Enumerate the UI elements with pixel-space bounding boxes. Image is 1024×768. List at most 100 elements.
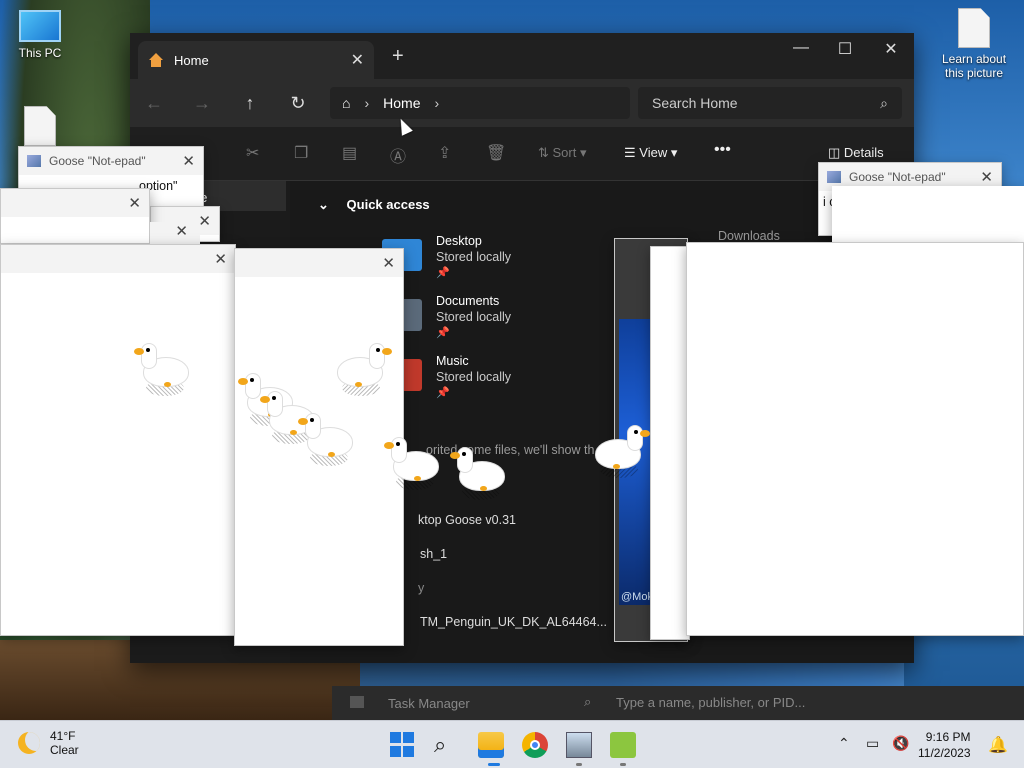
notepad-title-bar[interactable]: ✕ [1,245,235,273]
details-button[interactable]: ◫ Details [828,145,884,161]
notepad-title: Goose "Not-epad" [49,154,146,168]
notepad-icon [27,155,41,167]
photos-icon[interactable] [566,732,592,758]
volume-muted-icon[interactable]: 🔇 [892,735,909,752]
breadcrumb[interactable]: ⌂ › Home › [330,87,630,119]
close-icon[interactable]: ✕ [198,212,211,230]
quick-access-header[interactable]: ⌄ Quick access [318,197,430,213]
close-icon[interactable]: ✕ [182,152,195,170]
goose-app-icon[interactable] [610,732,636,758]
command-bar: N ✂ ❐ ▤ Ⓐ ⇪ 🗑 ⇅ Sort ▾ ☰ View ▾ ••• ◫ De… [130,127,914,181]
close-icon[interactable]: ✕ [980,168,993,186]
start-button[interactable] [390,732,416,758]
clock-time: 9:16 PM [925,730,971,744]
goose-eye [634,430,638,434]
quick-access-item-downloads[interactable]: Downloads [718,229,780,243]
network-icon[interactable]: ▭ [866,735,879,752]
goose-foot [164,382,171,387]
share-icon[interactable]: ⇪ [438,143,451,163]
goose-beak [238,378,248,385]
goose[interactable] [450,448,504,500]
rename-icon[interactable]: Ⓐ [390,143,406,167]
desktop-icon-learn-about-picture[interactable]: Learn about this picture [938,8,1010,80]
close-icon[interactable]: ✕ [382,254,395,272]
notepad-window[interactable]: ✕ [0,244,236,636]
search-input[interactable]: Search Home ⌕ [638,87,902,119]
new-tab-button[interactable]: + [392,45,404,68]
running-indicator [620,763,626,766]
back-button[interactable]: ← [138,87,170,119]
side-image-caption: @Mok [621,591,653,603]
weather-condition: Clear [50,743,79,757]
copy-icon[interactable]: ❐ [294,143,308,163]
notepad-window[interactable] [832,186,1024,246]
forward-button[interactable]: → [186,87,218,119]
recent-file[interactable]: TM_Penguin_UK_DK_AL64464... [420,615,607,629]
sort-label: Sort [552,145,577,160]
goose-eye [310,418,314,422]
recent-file[interactable]: y [418,581,424,595]
chrome-icon[interactable] [522,732,548,758]
refresh-button[interactable]: ↻ [282,87,314,119]
quick-access-item-documents[interactable]: Documents Stored locally 📌 [436,293,511,341]
notepad-title-bar[interactable]: ✕ [1,189,149,217]
desktop-icon-this-pc[interactable]: This PC [4,10,76,60]
view-button[interactable]: ☰ View ▾ [624,145,677,161]
close-window-button[interactable]: ✕ [876,39,906,59]
task-manager-icon [350,696,364,708]
goose[interactable] [134,344,188,396]
quick-access-item-music[interactable]: Music Stored locally 📌 [436,353,511,401]
close-icon[interactable]: ✕ [150,222,200,246]
paste-icon[interactable]: ▤ [342,143,357,163]
close-icon[interactable]: ✕ [128,194,141,212]
running-indicator [576,763,582,766]
chevron-up-icon[interactable]: ⌃ [838,735,850,752]
tab-home[interactable]: Home ✕ [138,41,374,79]
item-sub: Stored locally [436,370,512,384]
windows-logo-icon [390,746,401,757]
up-button[interactable]: ↑ [234,87,266,119]
search-icon: ⌕ [880,94,888,111]
search-button[interactable]: ⌕ [434,732,460,758]
notepad-title-bar[interactable]: Goose "Not-epad" ✕ [19,147,203,175]
minimize-button[interactable]: — [786,39,816,57]
system-clock[interactable]: 9:16 PM 11/2/2023 [918,729,971,761]
goose[interactable] [596,426,650,478]
item-name: Desktop [436,234,482,248]
chevron-right-icon[interactable]: › [435,95,440,111]
cut-icon[interactable]: ✂ [246,143,259,163]
moon-icon [18,732,40,754]
file-explorer-taskbar-icon[interactable] [478,732,504,758]
goose-foot [355,382,362,387]
goose-beak [640,430,650,437]
notification-bell-icon[interactable]: 🔔 [988,735,1008,755]
goose[interactable] [384,438,438,490]
sort-button[interactable]: ⇅ Sort ▾ [538,145,587,161]
recent-file[interactable]: ktop Goose v0.31 [418,513,516,527]
more-options-button[interactable]: ••• [714,141,731,159]
task-manager-title: Task Manager [388,696,470,711]
pin-icon: 📌 [436,267,450,279]
maximize-button[interactable]: ☐ [830,39,860,59]
weather-widget[interactable]: 41°F Clear [18,729,79,757]
notepad-window[interactable] [650,246,690,640]
quick-access-label: Quick access [346,197,430,212]
quick-access-item-desktop[interactable]: Desktop Stored locally 📌 [436,233,511,281]
pc-icon [19,10,61,42]
close-icon[interactable]: ✕ [214,250,227,268]
tab-label: Home [174,52,209,68]
close-tab-icon[interactable]: ✕ [351,50,364,70]
goose-foot [480,486,487,491]
goose[interactable] [298,414,352,466]
notepad-window[interactable] [686,242,1024,636]
goose-eye [376,348,380,352]
notepad-window[interactable]: ✕ [0,188,150,244]
goose[interactable] [338,344,392,396]
notepad-title-bar[interactable]: ✕ [235,249,403,277]
desktop-icon-file[interactable] [22,106,58,150]
task-manager-search[interactable]: Type a name, publisher, or PID... [616,695,805,710]
recent-file[interactable]: sh_1 [420,547,447,561]
delete-icon[interactable]: 🗑 [486,143,506,163]
breadcrumb-item-home[interactable]: Home [383,95,420,111]
task-manager-window[interactable]: Task Manager ⌕ Type a name, publisher, o… [332,686,1024,720]
